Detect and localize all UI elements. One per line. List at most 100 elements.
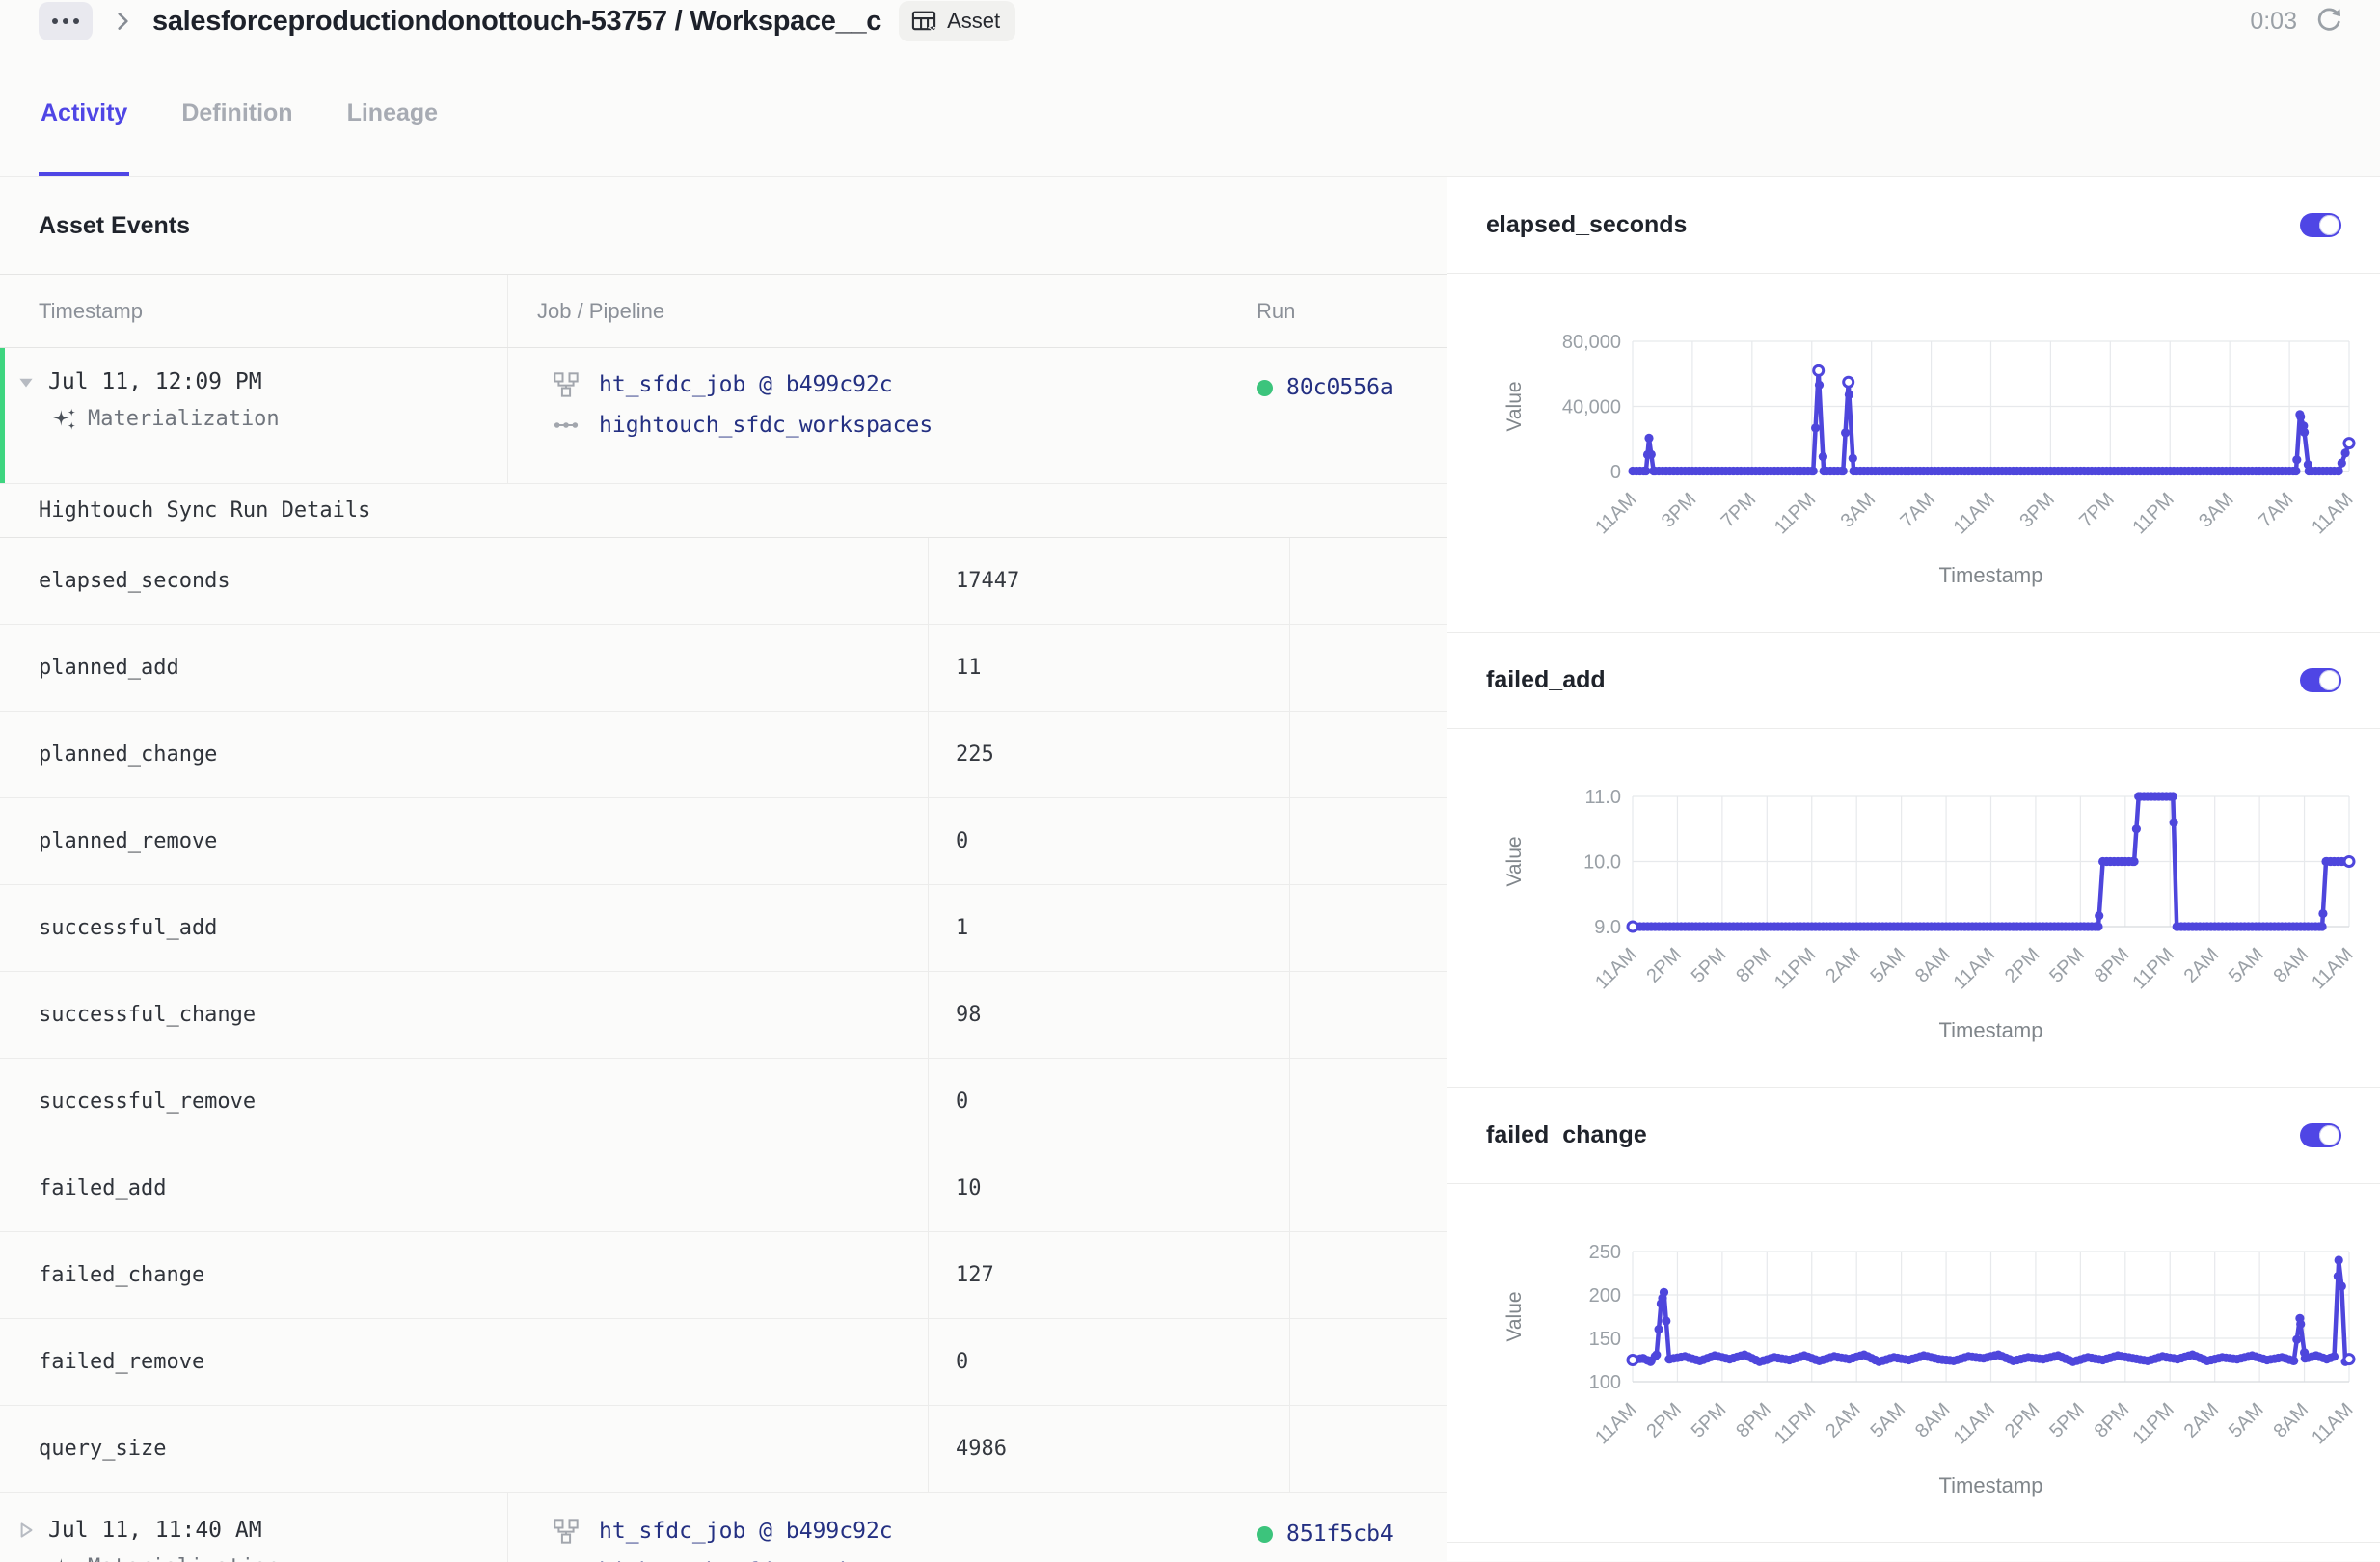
chart-failed_add: 9.010.011.011AM2PM5PM8PM11PM2AM5AM8AM11A… — [1447, 729, 2380, 1088]
svg-text:8AM: 8AM — [2269, 944, 2312, 987]
svg-text:2AM: 2AM — [1822, 1399, 1865, 1442]
more-options-button[interactable] — [39, 2, 93, 40]
svg-text:250: 250 — [1589, 1242, 1621, 1263]
refresh-timer: 0:03 — [2250, 8, 2297, 36]
line-chart: 9.010.011.011AM2PM5PM8PM11PM2AM5AM8AM11A… — [1447, 729, 2367, 1082]
event-timestamp: Jul 11, 11:40 AM — [48, 1518, 262, 1543]
detail-value: 17447 — [928, 538, 1289, 624]
timestamp-cell: Jul 11, 11:40 AM Materialization — [0, 1493, 507, 1562]
chart-title: elapsed_seconds — [1486, 211, 1687, 239]
toggle-knob — [2319, 670, 2339, 690]
chart-visibility-toggle[interactable] — [2300, 213, 2341, 237]
refresh-icon[interactable] — [2314, 7, 2343, 36]
svg-text:11AM: 11AM — [2308, 1399, 2357, 1448]
detail-row: successful_add1 — [0, 885, 1447, 972]
detail-row: successful_remove0 — [0, 1059, 1447, 1145]
run-status-dot — [1257, 380, 1273, 396]
svg-text:7AM: 7AM — [2255, 489, 2298, 532]
detail-empty-cell — [1289, 1145, 1447, 1231]
svg-text:8PM: 8PM — [1732, 1399, 1775, 1442]
run-id-link[interactable]: 851f5cb4 — [1286, 1522, 1393, 1547]
run-cell: 80c0556a — [1231, 348, 1447, 483]
detail-empty-cell — [1289, 712, 1447, 797]
svg-text:11PM: 11PM — [2128, 1399, 2177, 1448]
pipeline-link[interactable]: hightouch_sfdc_workspaces — [599, 413, 933, 438]
detail-value: 1 — [928, 885, 1289, 971]
collapse-triangle-icon[interactable] — [15, 371, 37, 392]
content: Asset Events Timestamp Job / Pipeline Ru… — [0, 177, 2380, 1561]
svg-text:7PM: 7PM — [1717, 489, 1761, 532]
tab-definition[interactable]: Definition — [181, 50, 292, 176]
detail-row: elapsed_seconds17447 — [0, 538, 1447, 625]
svg-text:3PM: 3PM — [2015, 489, 2059, 532]
expand-triangle-icon[interactable] — [15, 1520, 37, 1541]
job-pipeline-cell: ht_sfdc_job @ b499c92c hightouch_sfdc_wo… — [507, 1493, 1231, 1562]
svg-text:3AM: 3AM — [2195, 489, 2238, 532]
svg-text:2PM: 2PM — [1642, 1399, 1686, 1442]
job-link[interactable]: ht_sfdc_job @ b499c92c — [599, 372, 893, 397]
svg-text:3PM: 3PM — [1658, 489, 1701, 532]
svg-text:8AM: 8AM — [2269, 1399, 2312, 1442]
dot-icon — [52, 18, 58, 24]
tab-lineage[interactable]: Lineage — [347, 50, 438, 176]
detail-key: planned_remove — [0, 798, 928, 884]
table-row[interactable]: Jul 11, 11:40 AM Materialization — [0, 1493, 1447, 1562]
detail-key: successful_add — [0, 885, 928, 971]
svg-text:5PM: 5PM — [1688, 944, 1731, 987]
svg-text:Value: Value — [1503, 1291, 1526, 1341]
svg-text:8AM: 8AM — [1911, 1399, 1955, 1442]
asset-badge-label: Asset — [947, 9, 1000, 34]
column-header-timestamp: Timestamp — [0, 275, 507, 347]
job-link[interactable]: ht_sfdc_job @ b499c92c — [599, 1519, 893, 1544]
timestamp-cell: Jul 11, 12:09 PM Materialization — [0, 348, 507, 483]
svg-text:80,000: 80,000 — [1562, 332, 1621, 353]
svg-text:2AM: 2AM — [1822, 944, 1865, 987]
event-timestamp: Jul 11, 12:09 PM — [48, 369, 262, 394]
detail-row: query_size4986 — [0, 1406, 1447, 1493]
page-title: salesforceproductiondonottouch-53757 / W… — [152, 6, 881, 38]
svg-text:11AM: 11AM — [2308, 489, 2357, 538]
svg-text:2AM: 2AM — [2180, 944, 2224, 987]
tab-activity[interactable]: Activity — [41, 50, 127, 176]
column-header-job-pipeline: Job / Pipeline — [507, 275, 1231, 347]
detail-value: 4986 — [928, 1406, 1289, 1492]
svg-text:11AM: 11AM — [1591, 489, 1640, 538]
detail-empty-cell — [1289, 1232, 1447, 1318]
chart-title: failed_change — [1486, 1121, 1647, 1149]
tabs: Activity Definition Lineage — [0, 50, 2380, 177]
pipeline-icon — [553, 412, 580, 439]
chart-visibility-toggle[interactable] — [2300, 1123, 2341, 1147]
svg-text:Timestamp: Timestamp — [1939, 1018, 2043, 1042]
svg-text:2AM: 2AM — [2180, 1399, 2224, 1442]
detail-key: elapsed_seconds — [0, 538, 928, 624]
detail-empty-cell — [1289, 625, 1447, 711]
svg-text:11PM: 11PM — [1771, 1399, 1820, 1448]
detail-key: successful_remove — [0, 1059, 928, 1145]
table-row[interactable]: Jul 11, 12:09 PM Materialization — [0, 348, 1447, 484]
detail-empty-cell — [1289, 1059, 1447, 1145]
asset-events-title: Asset Events — [0, 177, 1447, 274]
detail-row: failed_change127 — [0, 1232, 1447, 1319]
chart-visibility-toggle[interactable] — [2300, 668, 2341, 692]
svg-text:40,000: 40,000 — [1562, 397, 1621, 418]
svg-text:8PM: 8PM — [2091, 944, 2134, 987]
svg-text:5PM: 5PM — [2045, 1399, 2089, 1442]
top-header: salesforceproductiondonottouch-53757 / W… — [0, 0, 2380, 50]
svg-text:11AM: 11AM — [1950, 489, 1999, 538]
breadcrumb-chevron-icon — [110, 9, 135, 34]
svg-text:8AM: 8AM — [1911, 944, 1955, 987]
detail-empty-cell — [1289, 798, 1447, 884]
metric-charts-panel: elapsed_seconds040,00080,00011AM3PM7PM11… — [1447, 177, 2380, 1561]
event-type: Materialization — [88, 1555, 280, 1562]
detail-value: 127 — [928, 1232, 1289, 1318]
events-table-header: Timestamp Job / Pipeline Run — [0, 274, 1447, 348]
svg-text:2PM: 2PM — [2001, 944, 2044, 987]
job-pipeline-cell: ht_sfdc_job @ b499c92c hightouch_sfdc_wo… — [507, 348, 1231, 483]
run-id-link[interactable]: 80c0556a — [1286, 375, 1393, 400]
detail-value: 11 — [928, 625, 1289, 711]
detail-key: failed_change — [0, 1232, 928, 1318]
svg-text:Timestamp: Timestamp — [1939, 1473, 2043, 1497]
detail-row: planned_remove0 — [0, 798, 1447, 885]
column-header-run: Run — [1231, 275, 1447, 347]
svg-text:200: 200 — [1589, 1285, 1621, 1306]
